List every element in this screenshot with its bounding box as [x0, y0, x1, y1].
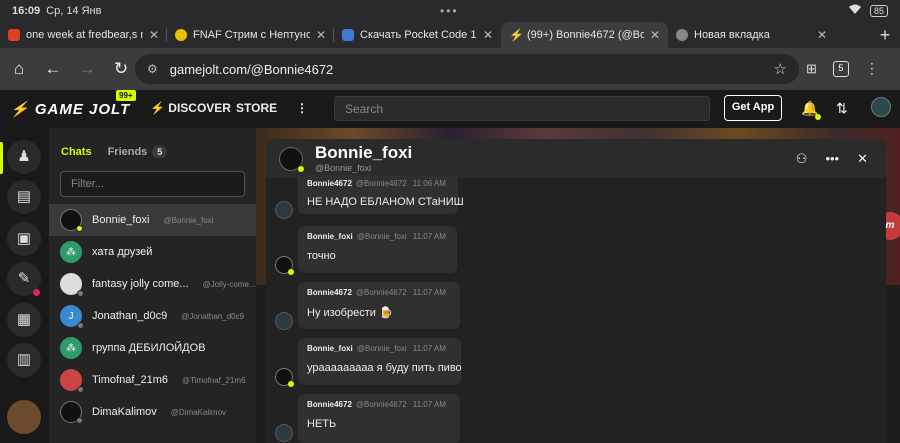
browser-tab-title: one week at fredbear,s new	[26, 29, 143, 41]
url-text: gamejolt.com/@Bonnie4672	[169, 61, 334, 77]
browser-tab-4-active[interactable]: ⚡ (99+) Bonnie4672 (@Bonnie ✕	[501, 22, 668, 48]
status-bar: 16:09 Ср, 14 Янв ••• 85	[0, 0, 900, 22]
message-avatar	[275, 201, 293, 219]
browser-tab-1[interactable]: one week at fredbear,s new ✕	[0, 22, 167, 48]
wifi-icon	[848, 4, 862, 18]
browser-tab-title: (99+) Bonnie4672 (@Bonnie	[527, 29, 644, 41]
message-avatar	[275, 368, 294, 387]
battery-indicator: 85	[869, 5, 888, 17]
library-rail-icon[interactable]: ▥	[7, 343, 41, 377]
close-tab-icon[interactable]: ✕	[483, 28, 493, 42]
close-tab-icon[interactable]: ✕	[149, 28, 159, 42]
multitask-dots-icon[interactable]: •••	[440, 4, 459, 18]
close-tab-icon[interactable]: ✕	[817, 28, 827, 42]
home-icon[interactable]: ⌂	[2, 59, 36, 79]
chat-item-fantasy-jolly[interactable]: fantasy jolly come... @Jolly-come...	[49, 268, 256, 300]
message: Bonnie_foxi @Bonnie_foxi 11:07 AM ураааааа…	[298, 338, 462, 385]
site-favicon-icon	[342, 29, 354, 41]
group-icon: ⁂	[60, 241, 82, 263]
forward-icon[interactable]: →	[70, 59, 104, 79]
browser-tab-title: FNAF Стрим с Нептуном #	[193, 29, 310, 41]
bookmark-star-icon[interactable]: ☆	[774, 60, 787, 78]
chat-item-group[interactable]: ⁂ хата друзей	[49, 236, 256, 268]
compass-icon: ⚡	[150, 101, 165, 115]
bolt-icon: ⚡	[10, 101, 30, 118]
chat-header: Bonnie_foxi @Bonnie_foxi ⚇ ••• ✕	[266, 139, 886, 178]
message: Bonnie4672 @Bonnie4672 11:07 AM Ну изобрес…	[298, 282, 460, 329]
site-settings-icon[interactable]: ⚙	[147, 62, 158, 76]
message: Bonnie4672 @Bonnie4672 11:07 AM НЕТЬ	[298, 394, 460, 443]
chat-item-group-2[interactable]: ⁂ группа ДЕБИЛОЙДОВ	[49, 332, 256, 364]
unread-dot	[815, 114, 821, 120]
avatar	[60, 369, 84, 393]
chat-title: Bonnie_foxi	[315, 143, 413, 162]
search-input[interactable]: Search	[334, 96, 710, 121]
gamejolt-logo[interactable]: ⚡ GAME JOLT	[10, 100, 130, 118]
yandex-favicon-icon	[8, 29, 20, 41]
notification-badge: 99+	[116, 90, 136, 101]
left-rail: ♟ ▤ ▣ ✎ ▦ ▥	[0, 128, 49, 443]
address-bar-row: ⌂ ← → ↻ ⚙ gamejolt.com/@Bonnie4672 ☆ ⊞ 5…	[0, 48, 900, 90]
community-rail-icon[interactable]: ▦	[7, 303, 41, 337]
url-field[interactable]: ⚙ gamejolt.com/@Bonnie4672 ☆	[135, 54, 799, 84]
site-header: ⚡ GAME JOLT 99+ ⚡ DISCOVER STORE ⋮ Searc…	[0, 90, 900, 128]
chat-handle: @Bonnie_foxi	[315, 163, 372, 173]
translate-icon[interactable]: ⊞	[806, 61, 817, 77]
status-time: 16:09	[12, 5, 41, 17]
chat-window: Bonnie_foxi @Bonnie_foxi ⚇ ••• ✕ Bonnie4…	[266, 139, 886, 443]
tab-chats[interactable]: Chats	[61, 146, 92, 158]
browser-tab-title: Скачать Pocket Code 1.3.0	[360, 29, 477, 41]
message-avatar	[275, 256, 294, 275]
chat-avatar[interactable]	[279, 147, 305, 173]
avatar	[60, 209, 83, 232]
user-avatar[interactable]	[871, 97, 891, 117]
browser-tab-bar: one week at fredbear,s new ✕ FNAF Стрим …	[0, 22, 900, 48]
message-avatar	[275, 424, 293, 442]
browser-tab-3[interactable]: Скачать Pocket Code 1.3.0 ✕	[334, 22, 501, 48]
tab-friends[interactable]: Friends 5	[108, 146, 168, 158]
chat-options-icon[interactable]: •••	[825, 151, 839, 167]
avatar: J	[60, 305, 84, 329]
tab-count-button[interactable]: 5	[832, 60, 849, 77]
store-link[interactable]: STORE	[236, 101, 277, 115]
profile-rail-avatar[interactable]	[7, 400, 41, 434]
friends-count-badge: 5	[152, 146, 168, 158]
chrome-favicon-icon	[676, 29, 688, 41]
get-app-button[interactable]: Get App	[724, 95, 782, 121]
reload-icon[interactable]: ↻	[104, 59, 138, 79]
status-date: Ср, 14 Янв	[46, 5, 102, 17]
filter-input[interactable]: Filter...	[60, 171, 245, 197]
chat-rail-icon[interactable]: ♟	[7, 140, 41, 174]
message: Bonnie4672 @Bonnie4672 11:06 AM НЕ НАДО ЕБ…	[298, 175, 464, 214]
add-member-icon[interactable]: ⚇	[796, 151, 808, 167]
chat-list-panel: Chats Friends 5 Filter... Bonnie_foxi @Bo…	[49, 128, 256, 443]
group-icon: ⁂	[60, 337, 82, 359]
close-tab-icon[interactable]: ✕	[316, 28, 326, 42]
avatar	[60, 401, 83, 424]
browser-menu-icon[interactable]: ⋮	[865, 60, 879, 77]
store-rail-icon[interactable]: ▤	[7, 180, 41, 214]
chat-item-bonnie-foxi[interactable]: Bonnie_foxi @Bonnie_foxi	[49, 204, 256, 236]
close-icon[interactable]: ✕	[857, 151, 868, 167]
gamejolt-favicon-icon: ⚡	[509, 28, 524, 42]
message-avatar	[275, 312, 293, 330]
browser-tab-5[interactable]: Новая вкладка ✕	[668, 22, 835, 48]
back-icon[interactable]: ←	[36, 59, 70, 79]
discover-link[interactable]: ⚡ DISCOVER	[150, 101, 231, 115]
new-tab-icon[interactable]: +	[870, 25, 900, 46]
chat-item-timofnaf[interactable]: Timofnaf_21m6 @Timofnaf_21m6	[49, 364, 256, 396]
avatar	[60, 273, 84, 297]
alert-dot	[33, 289, 40, 296]
play-favicon-icon	[175, 29, 187, 41]
message: Bonnie_foxi @Bonnie_foxi 11:07 AM точно	[298, 226, 457, 273]
more-menu-icon[interactable]: ⋮	[296, 101, 308, 115]
gift-rail-icon[interactable]: ▣	[7, 222, 41, 256]
browser-tab-title: Новая вкладка	[694, 29, 770, 41]
browser-tab-2[interactable]: FNAF Стрим с Нептуном # ✕	[167, 22, 334, 48]
chat-item-dimakalimov[interactable]: DimaKalimov @DimaKalimov	[49, 396, 256, 428]
friends-icon[interactable]: ⇅	[836, 100, 848, 117]
close-tab-icon[interactable]: ✕	[650, 28, 660, 42]
chat-item-jonathan[interactable]: J Jonathan_d0c9 @Jonathan_d0c9	[49, 300, 256, 332]
